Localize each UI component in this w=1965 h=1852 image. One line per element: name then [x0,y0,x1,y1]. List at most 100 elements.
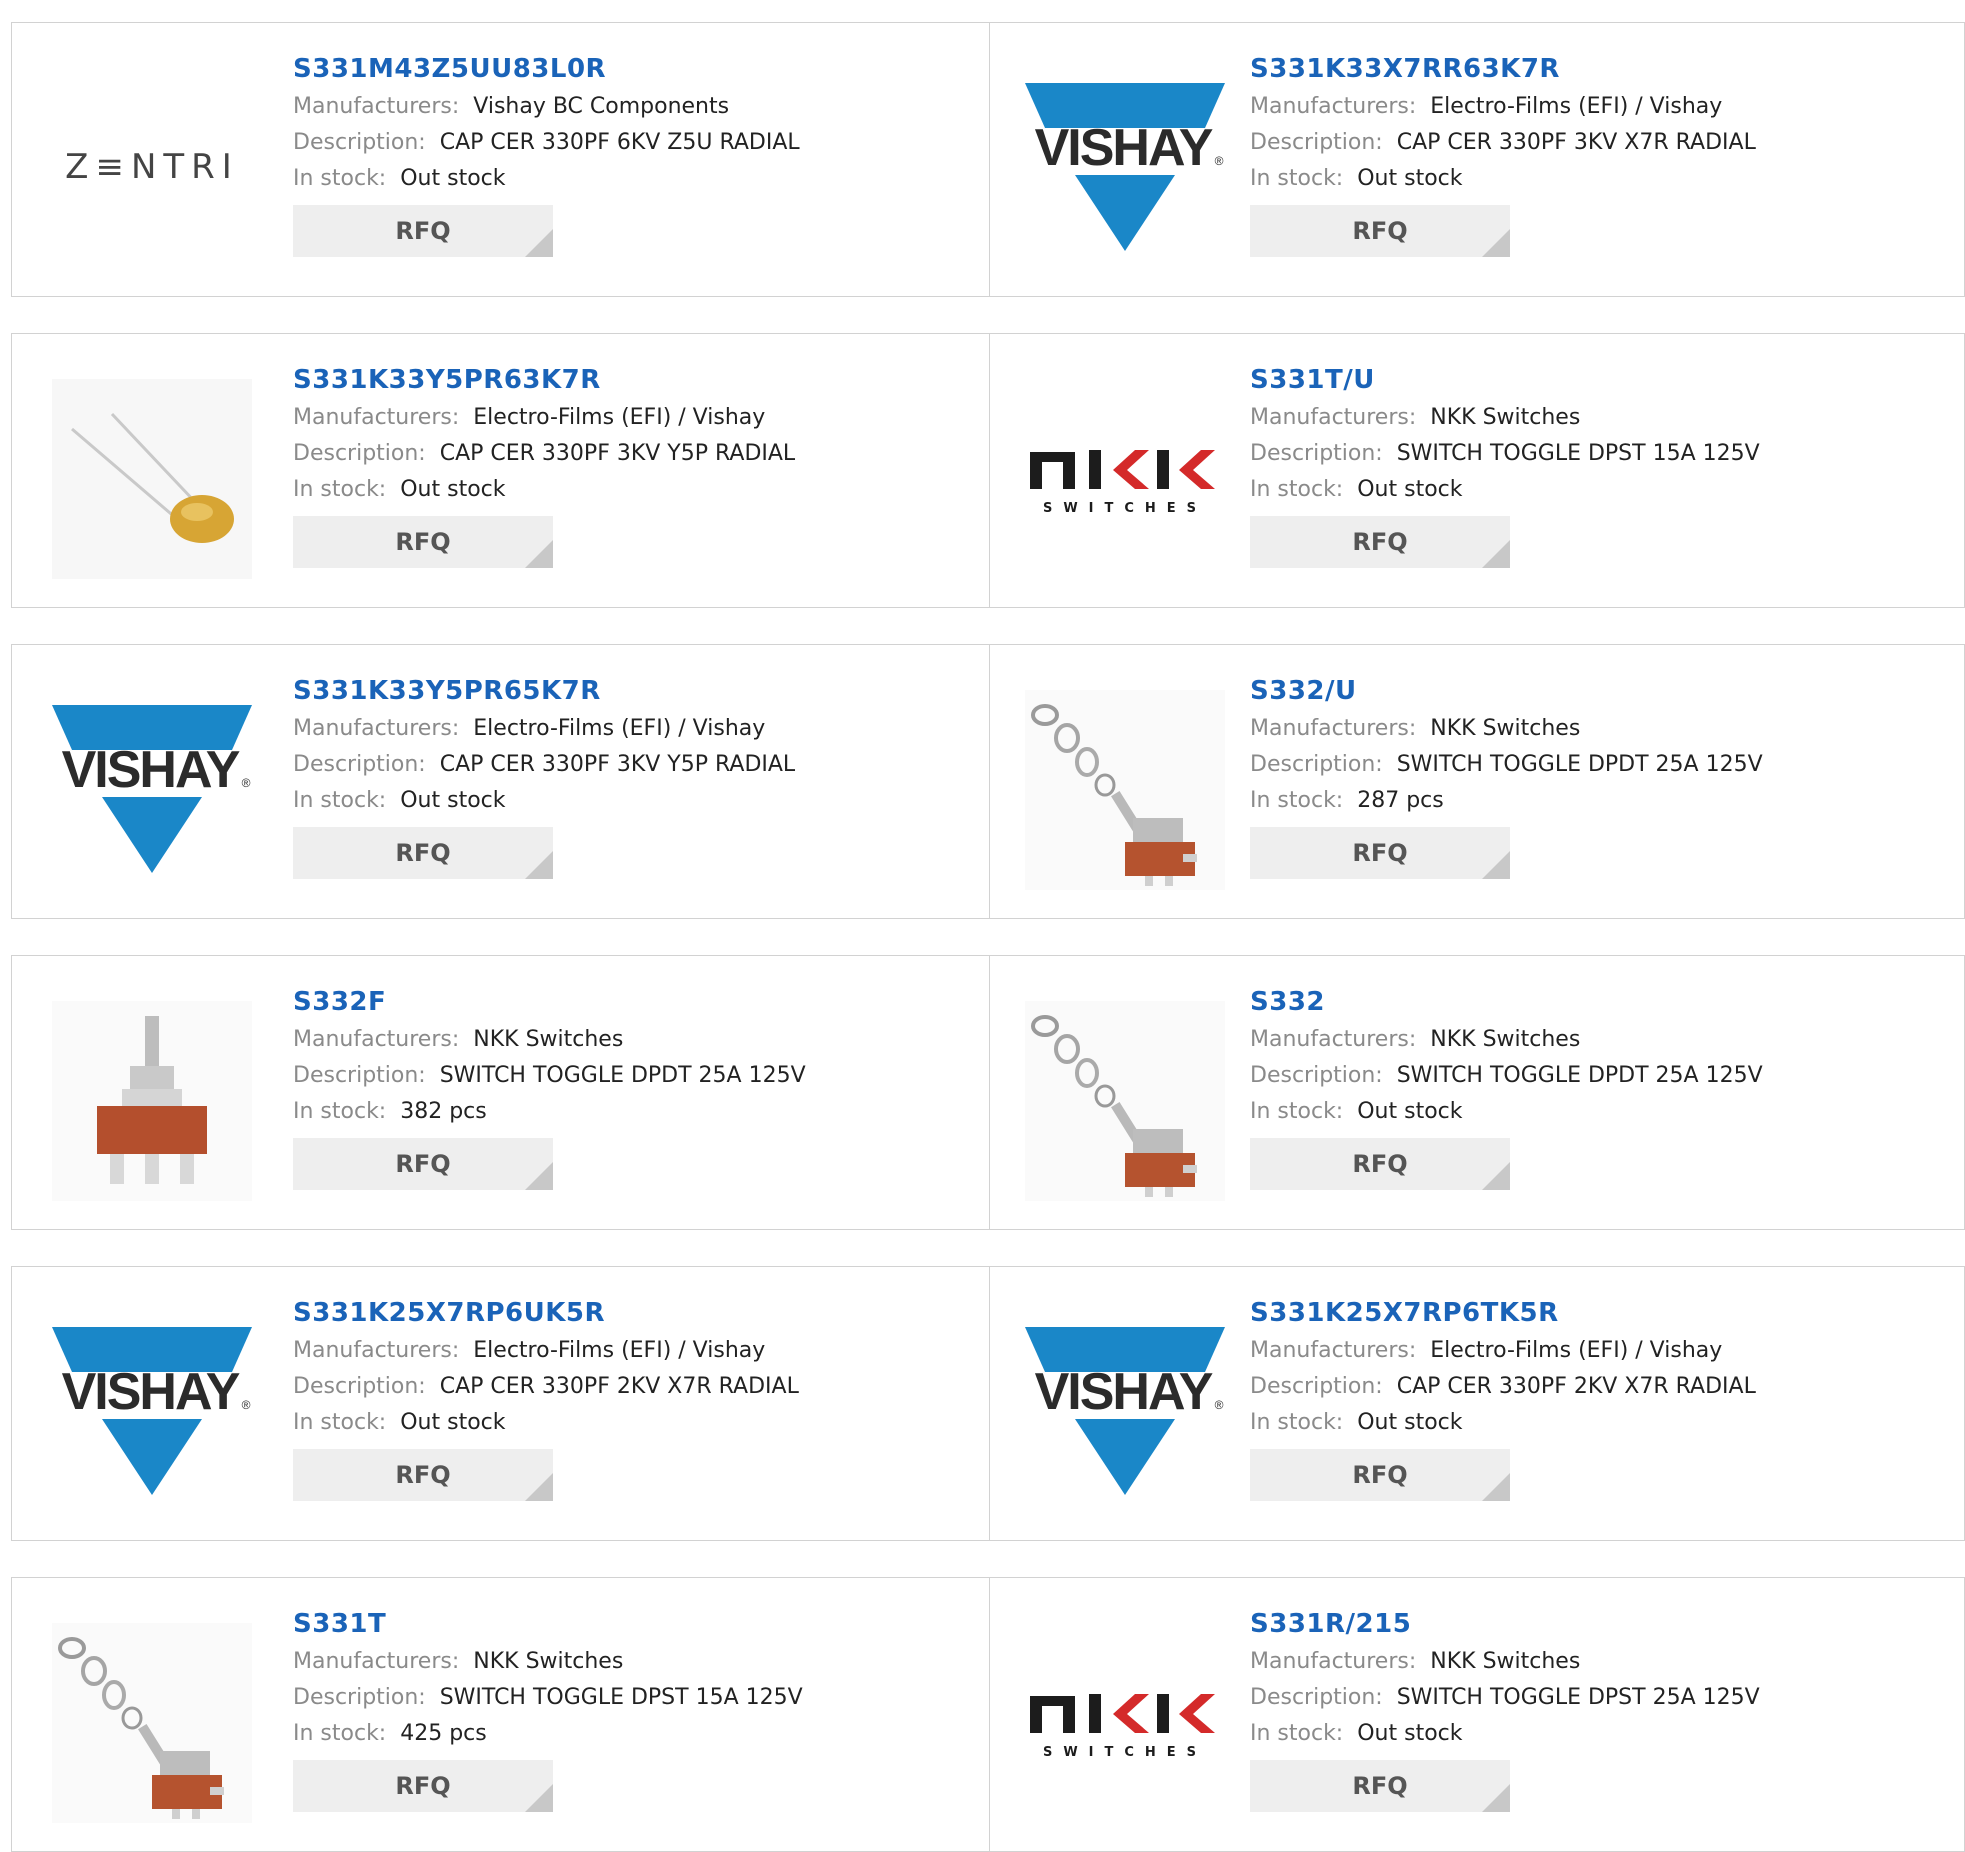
description: Description: SWITCH TOGGLE DPST 15A 125V [1250,436,1760,472]
manufacturer: Manufacturers: Electro-Films (EFI) / Vish… [293,400,795,436]
product-card: Z≡NTRI S331M43Z5UU83L0R Manufacturers: Vis… [11,22,990,297]
rfq-button[interactable]: RFQ [1250,1449,1510,1501]
manufacturer: Manufacturers: NKK Switches [1250,711,1763,747]
rfq-label: RFQ [1352,1150,1408,1178]
vishay-logo: VISHAY ® [1025,83,1225,251]
rfq-label: RFQ [1352,1461,1408,1489]
product-thumbnail[interactable] [52,379,252,579]
part-number-link[interactable]: S331R/215 [1250,1608,1760,1644]
rfq-label: RFQ [1352,839,1408,867]
manufacturer-value: Electro-Films (EFI) / Vishay [473,405,766,430]
part-number-link[interactable]: S331M43Z5UU83L0R [293,53,800,89]
part-number-link[interactable]: S331K25X7RP6TK5R [1250,1297,1756,1333]
manufacturer-value: NKK Switches [1430,1027,1581,1052]
rfq-button[interactable]: RFQ [1250,827,1510,879]
rfq-button[interactable]: RFQ [293,1760,553,1812]
description-label: Description: [293,1063,426,1088]
product-thumbnail[interactable]: VISHAY ® [1025,1312,1225,1512]
description-value: CAP CER 330PF 3KV Y5P RADIAL [439,752,796,777]
rfq-corner-decoration [525,229,553,257]
part-number-link[interactable]: S331K33X7RR63K7R [1250,53,1756,89]
product-info: S331T/U Manufacturers: NKK Switches Descrip… [1250,364,1760,568]
manufacturer-value: NKK Switches [1430,716,1581,741]
nkk-logo: SWITCHES [1030,450,1215,516]
product-thumbnail[interactable]: VISHAY ® [52,690,252,890]
rfq-corner-decoration [525,1784,553,1812]
description-value: SWITCH TOGGLE DPST 15A 125V [439,1685,803,1710]
description-label: Description: [1250,1374,1383,1399]
description: Description: CAP CER 330PF 3KV Y5P RADIAL [293,436,795,472]
rfq-corner-decoration [1482,1162,1510,1190]
svg-text:VISHAY: VISHAY [62,741,240,799]
stock-status-value: Out stock [1357,166,1463,191]
svg-text:SWITCHES: SWITCHES [1043,501,1207,516]
part-number-link[interactable]: S332/U [1250,675,1763,711]
part-number-link[interactable]: S331K25X7RP6UK5R [293,1297,799,1333]
stock-status: In stock: Out stock [293,161,800,197]
rfq-button[interactable]: RFQ [293,1138,553,1190]
rfq-button[interactable]: RFQ [293,1449,553,1501]
manufacturer-value: Electro-Films (EFI) / Vishay [473,716,766,741]
stock-status-label: In stock: [293,788,387,813]
toggle-switch-front-photo [52,1001,252,1201]
rfq-button[interactable]: RFQ [1250,516,1510,568]
manufacturer-label: Manufacturers: [293,94,460,119]
stock-status-label: In stock: [293,1410,387,1435]
manufacturer-value: NKK Switches [473,1649,624,1674]
svg-text:VISHAY: VISHAY [1035,119,1213,177]
description: Description: SWITCH TOGGLE DPST 25A 125V [1250,1680,1760,1716]
manufacturer: Manufacturers: NKK Switches [1250,400,1760,436]
product-card: SWITCHES S331T/U Manufacturers: NKK Switch… [990,333,1965,608]
product-thumbnail[interactable]: Z≡NTRI [52,68,252,268]
rfq-label: RFQ [1352,217,1408,245]
rfq-button[interactable]: RFQ [293,516,553,568]
vishay-logo: VISHAY ® [1025,1327,1225,1495]
product-row: Z≡NTRI S331M43Z5UU83L0R Manufacturers: Vis… [11,22,1965,297]
rfq-corner-decoration [1482,1784,1510,1812]
product-card: SWITCHES S331R/215 Manufacturers: NKK Swit… [990,1577,1965,1852]
product-info: S331K33X7RR63K7R Manufacturers: Electro-Fi… [1250,53,1756,257]
stock-status-value: Out stock [400,788,506,813]
product-thumbnail[interactable]: SWITCHES [1025,1623,1225,1823]
product-card: VISHAY ® S331K33Y5PR65K7R Manufacturers: E… [11,644,990,919]
rfq-button[interactable]: RFQ [293,827,553,879]
product-card: S332/U Manufacturers: NKK Switches Descript… [990,644,1965,919]
rfq-button[interactable]: RFQ [1250,205,1510,257]
manufacturer-label: Manufacturers: [1250,1649,1417,1674]
product-thumbnail[interactable] [1025,1001,1225,1201]
part-number-link[interactable]: S331K33Y5PR63K7R [293,364,795,400]
rfq-label: RFQ [395,1150,451,1178]
part-number-link[interactable]: S331T [293,1608,803,1644]
product-thumbnail[interactable]: VISHAY ® [1025,68,1225,268]
manufacturer-value: Electro-Films (EFI) / Vishay [473,1338,766,1363]
rfq-button[interactable]: RFQ [1250,1138,1510,1190]
manufacturer-value: Electro-Films (EFI) / Vishay [1430,94,1723,119]
stock-status: In stock: Out stock [1250,1405,1756,1441]
description-value: CAP CER 330PF 3KV X7R RADIAL [1396,130,1756,155]
manufacturer: Manufacturers: Vishay BC Components [293,89,800,125]
description-label: Description: [1250,1063,1383,1088]
manufacturer-label: Manufacturers: [1250,1027,1417,1052]
rfq-button[interactable]: RFQ [293,205,553,257]
rfq-button[interactable]: RFQ [1250,1760,1510,1812]
svg-text:®: ® [1215,1398,1224,1412]
product-thumbnail[interactable]: SWITCHES [1025,379,1225,579]
svg-text:®: ® [1215,154,1224,168]
manufacturer-value: NKK Switches [1430,1649,1581,1674]
description-value: SWITCH TOGGLE DPST 15A 125V [1396,441,1760,466]
description: Description: CAP CER 330PF 2KV X7R RADIAL [1250,1369,1756,1405]
part-number-link[interactable]: S331T/U [1250,364,1760,400]
part-number-link[interactable]: S331K33Y5PR65K7R [293,675,795,711]
manufacturer-label: Manufacturers: [293,1649,460,1674]
rfq-corner-decoration [1482,851,1510,879]
product-thumbnail[interactable] [52,1001,252,1201]
product-thumbnail[interactable] [52,1623,252,1823]
description-label: Description: [1250,441,1383,466]
product-row: S331T Manufacturers: NKK Switches Descripti… [11,1577,1965,1852]
part-number-link[interactable]: S332 [1250,986,1763,1022]
description-value: CAP CER 330PF 2KV X7R RADIAL [439,1374,799,1399]
description-value: CAP CER 330PF 2KV X7R RADIAL [1396,1374,1756,1399]
part-number-link[interactable]: S332F [293,986,806,1022]
product-thumbnail[interactable]: VISHAY ® [52,1312,252,1512]
product-thumbnail[interactable] [1025,690,1225,890]
